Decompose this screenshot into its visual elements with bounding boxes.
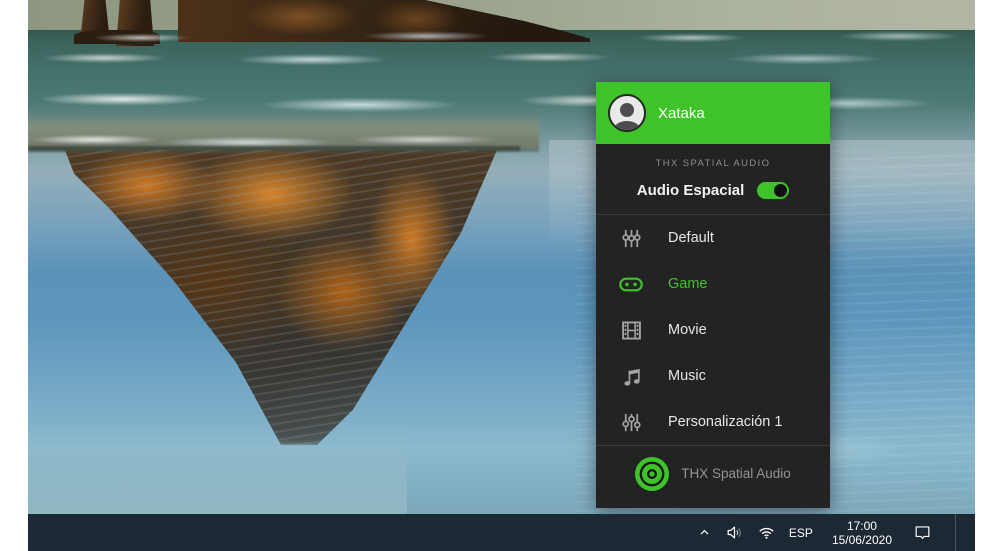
- gamepad-icon: [618, 274, 644, 295]
- spatial-audio-toggle[interactable]: [757, 182, 790, 199]
- mode-item-game[interactable]: Game: [596, 261, 830, 307]
- taskbar: ESP 17:00 15/06/2020: [28, 514, 975, 551]
- action-center-button[interactable]: [913, 523, 932, 542]
- network-button[interactable]: [757, 523, 776, 542]
- audio-mode-list: Default Game Movie Music Personalización…: [596, 215, 830, 445]
- mode-item-personalizacion-1[interactable]: Personalización 1: [596, 399, 830, 445]
- vertical-sliders-icon: [618, 411, 644, 434]
- mode-label: Default: [668, 230, 714, 246]
- taskbar-divider: [955, 514, 956, 551]
- desktop-wallpaper: [28, 0, 975, 514]
- clock-time: 17:00: [846, 518, 877, 533]
- show-desktop-button[interactable]: [969, 514, 975, 551]
- toggle-knob: [774, 184, 788, 197]
- system-tray: ESP 17:00 15/06/2020: [697, 514, 975, 551]
- speaker-icon: [725, 523, 744, 542]
- spatial-audio-toggle-label: Audio Espacial: [636, 182, 745, 199]
- mode-item-movie[interactable]: Movie: [596, 307, 830, 353]
- equalizer-icon: [618, 227, 644, 250]
- mode-label: Movie: [668, 322, 707, 338]
- spatial-audio-toggle-row: Audio Espacial: [596, 169, 830, 215]
- water-highlight: [28, 430, 407, 514]
- desktop-screen: Xataka THX SPATIAL AUDIO Audio Espacial: [28, 0, 975, 551]
- film-strip-icon: [618, 319, 644, 342]
- footer-app-name: THX Spatial Audio: [681, 466, 791, 481]
- mode-label: Game: [668, 276, 708, 292]
- wifi-icon: [757, 523, 776, 542]
- thx-spatial-audio-logo-icon: [635, 456, 670, 491]
- mode-label: Music: [668, 368, 706, 384]
- wave-foam: [28, 50, 975, 66]
- music-note-icon: [618, 365, 644, 388]
- section-title: THX SPATIAL AUDIO: [655, 158, 771, 169]
- clock-date: 15/06/2020: [831, 532, 892, 547]
- mode-item-music[interactable]: Music: [596, 353, 830, 399]
- taskbar-clock[interactable]: 17:00 15/06/2020: [832, 519, 892, 547]
- user-avatar-icon: [608, 94, 646, 132]
- hidden-icons-button[interactable]: [697, 525, 712, 540]
- mode-label: Personalización 1: [668, 414, 783, 430]
- action-center-icon: [913, 523, 932, 542]
- thx-spatial-audio-footer[interactable]: THX Spatial Audio: [596, 445, 830, 501]
- username: Xataka: [658, 104, 705, 122]
- reflection-ripples: [65, 150, 497, 445]
- language-indicator[interactable]: ESP: [789, 526, 813, 540]
- volume-button[interactable]: [725, 523, 744, 542]
- wave-foam: [28, 29, 975, 45]
- profile-header[interactable]: Xataka: [596, 82, 830, 144]
- chevron-up-icon: [697, 525, 712, 540]
- thx-spatial-audio-popup: Xataka THX SPATIAL AUDIO Audio Espacial: [596, 82, 830, 508]
- mode-item-default[interactable]: Default: [596, 215, 830, 261]
